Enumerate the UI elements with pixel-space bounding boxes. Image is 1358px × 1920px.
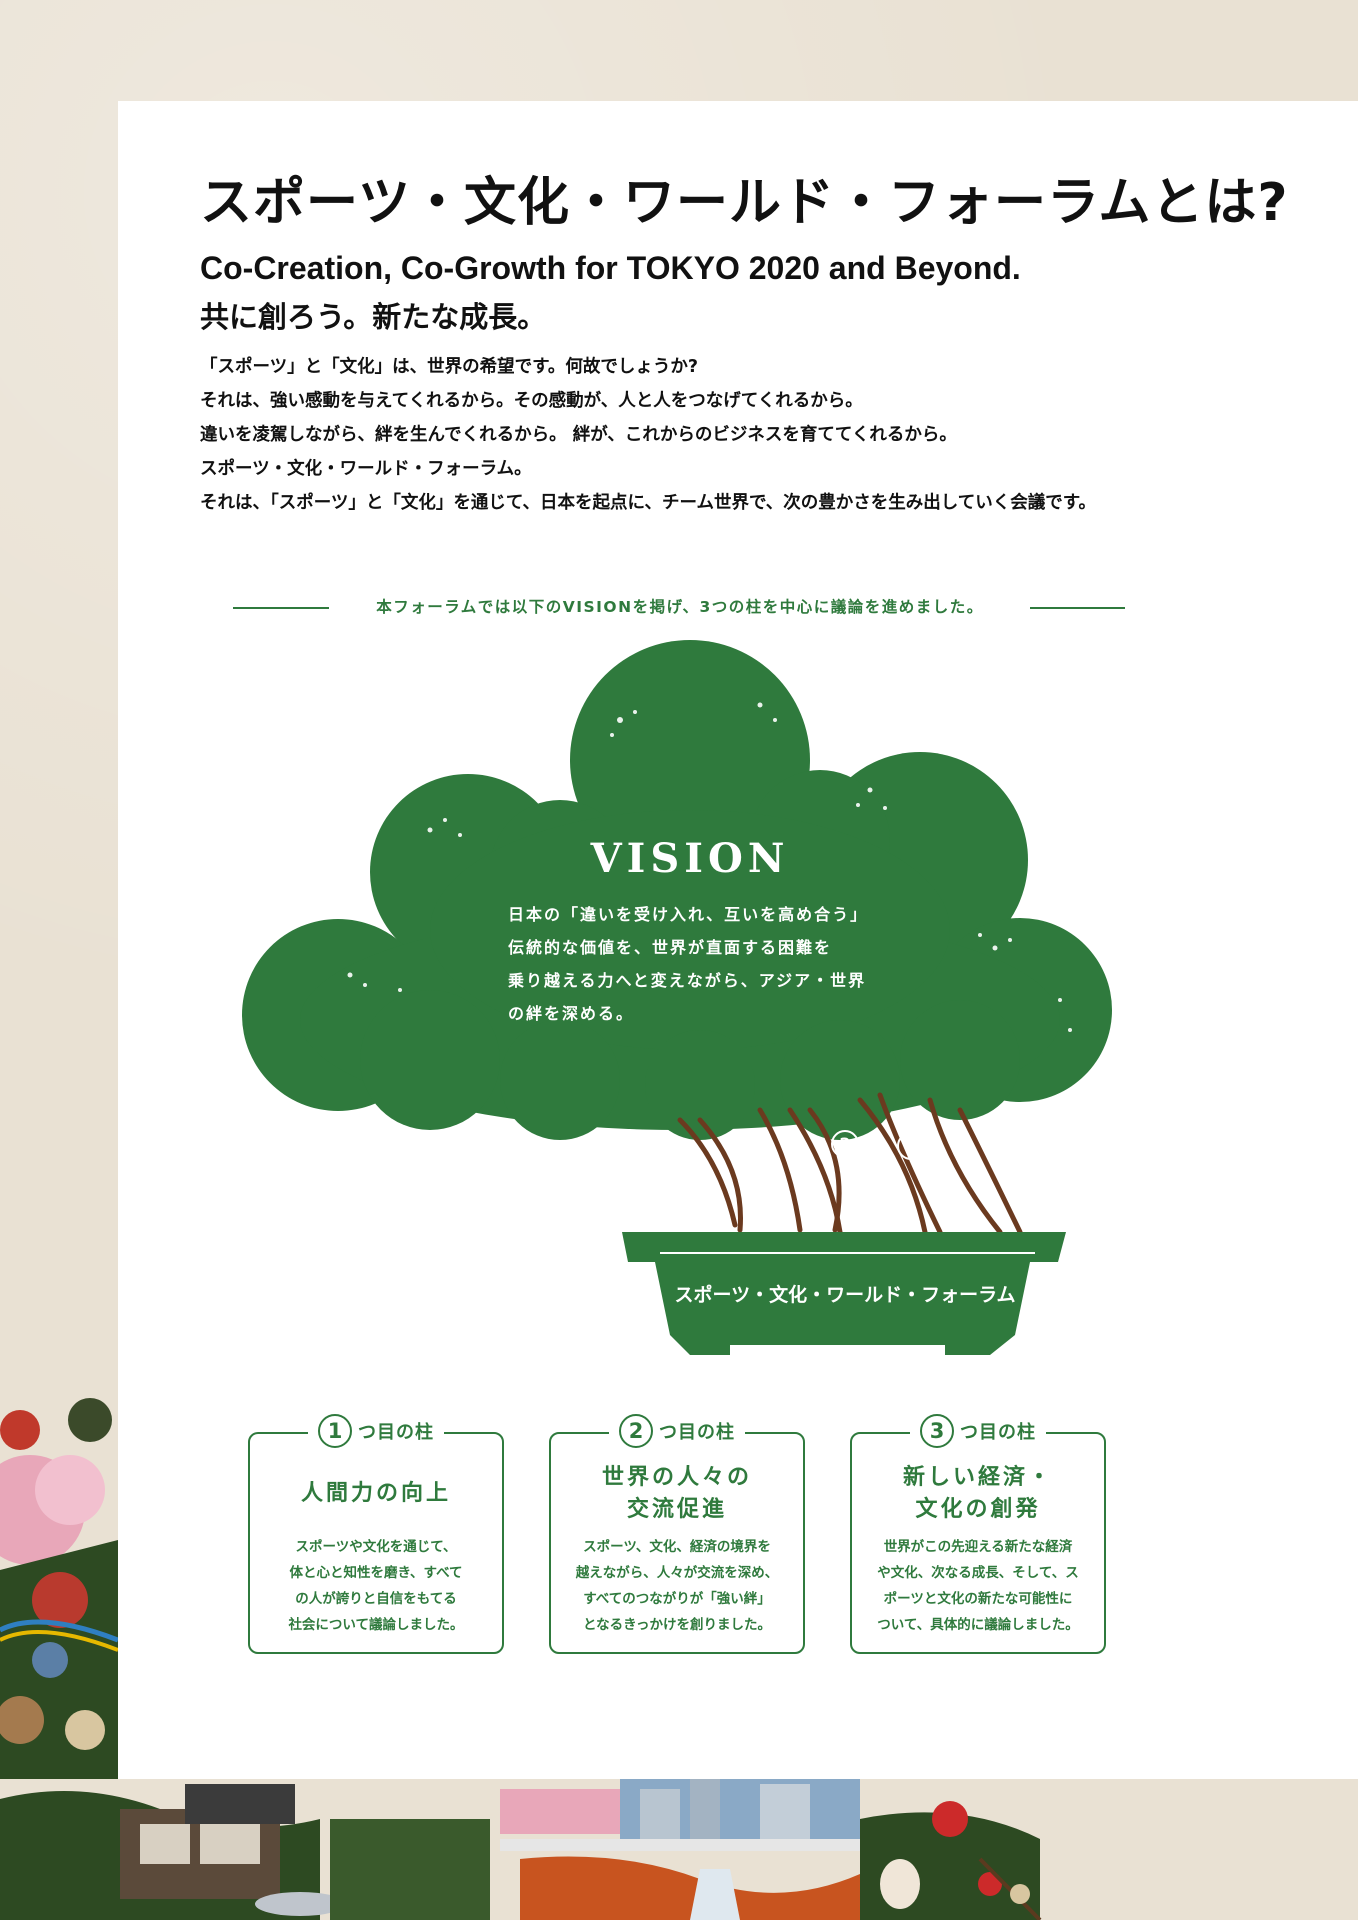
- vision-title: VISION: [590, 835, 790, 882]
- pillar-description: スポーツや文化を通じて、 体と心と知性を磨き、すべて の人が誇りと自信をもてる …: [250, 1534, 502, 1638]
- pillar-number: 3: [920, 1414, 954, 1448]
- pillar-desc-line: 社会について議論しました。: [288, 1617, 464, 1633]
- vision-statement: 日本の「違いを受け入れ、互いを高め合う」 伝統的な価値を、世界が直面する困難を …: [508, 898, 908, 1030]
- pillar-desc-line: 世界がこの先迎える新たな経済: [883, 1539, 1073, 1555]
- pillar-number: 2: [619, 1414, 653, 1448]
- pillar-desc-line: ついて、具体的に議論しました。: [877, 1617, 1079, 1633]
- pillar-desc-line: の人が誇りと自信をもてる: [295, 1591, 457, 1607]
- trunk-number-3: 3: [897, 1132, 925, 1160]
- pillar-heading-line: 文化の創発: [915, 1497, 1041, 1522]
- collage-bottom-decoration: [0, 1779, 1358, 1920]
- pillar-card-2: 2 つ目の柱 世界の人々の 交流促進 スポーツ、文化、経済の境界を 越えながら、…: [549, 1414, 805, 1654]
- pillar-card-1: 1 つ目の柱 人間力の向上 スポーツや文化を通じて、 体と心と知性を磨き、すべて…: [248, 1414, 504, 1654]
- pillar-header: 2 つ目の柱: [609, 1414, 745, 1448]
- trunk-number-2: 2: [831, 1130, 859, 1158]
- vision-line: の絆を深める。: [508, 1004, 635, 1023]
- pot-label: スポーツ・文化・ワールド・フォーラム: [674, 1284, 1016, 1306]
- pillar-heading: 人間力の向上: [250, 1478, 502, 1510]
- pillar-header: 3 つ目の柱: [910, 1414, 1046, 1448]
- vision-line: 日本の「違いを受け入れ、互いを高め合う」: [508, 905, 869, 924]
- vision-line: 伝統的な価値を、世界が直面する困難を: [508, 938, 833, 957]
- pillar-number: 1: [318, 1414, 352, 1448]
- pillar-desc-line: となるきっかけを創りました。: [582, 1617, 772, 1633]
- pillar-label: つ目の柱: [358, 1422, 434, 1443]
- pillar-description: スポーツ、文化、経済の境界を 越えながら、人々が交流を深め、 すべてのつながりが…: [551, 1534, 803, 1638]
- tree-canopy: [242, 640, 1112, 1140]
- pillar-label: つ目の柱: [659, 1422, 735, 1443]
- pillar-desc-line: や文化、次なる成長、そして、ス: [877, 1565, 1079, 1581]
- pillar-heading-line: 人間力の向上: [300, 1481, 451, 1506]
- pillar-description: 世界がこの先迎える新たな経済 や文化、次なる成長、そして、ス ポーツと文化の新た…: [852, 1534, 1104, 1638]
- pillar-desc-line: ポーツと文化の新たな可能性に: [883, 1591, 1073, 1607]
- pillar-card-3: 3 つ目の柱 新しい経済・ 文化の創発 世界がこの先迎える新たな経済 や文化、次…: [850, 1414, 1106, 1654]
- pillar-desc-line: スポーツや文化を通じて、: [295, 1539, 457, 1555]
- pillar-heading: 世界の人々の 交流促進: [551, 1462, 803, 1526]
- pillar-heading-line: 交流促進: [626, 1497, 727, 1522]
- pillar-heading-line: 世界の人々の: [601, 1465, 752, 1490]
- pillar-label: つ目の柱: [960, 1422, 1036, 1443]
- pillar-heading-line: 新しい経済・: [902, 1465, 1053, 1490]
- pillar-desc-line: スポーツ、文化、経済の境界を: [583, 1539, 771, 1555]
- collage-left-decoration: [0, 1390, 118, 1779]
- vision-line: 乗り越える力へと変えながら、アジア・世界: [508, 971, 867, 990]
- pillar-desc-line: 越えながら、人々が交流を深め、: [575, 1565, 779, 1581]
- pillar-desc-line: すべてのつながりが「強い絆」: [583, 1591, 771, 1607]
- trunk-number-1: 1: [755, 1160, 783, 1188]
- pillar-header: 1 つ目の柱: [308, 1414, 444, 1448]
- pillar-desc-line: 体と心と知性を磨き、すべて: [289, 1565, 463, 1581]
- pillar-heading: 新しい経済・ 文化の創発: [852, 1462, 1104, 1526]
